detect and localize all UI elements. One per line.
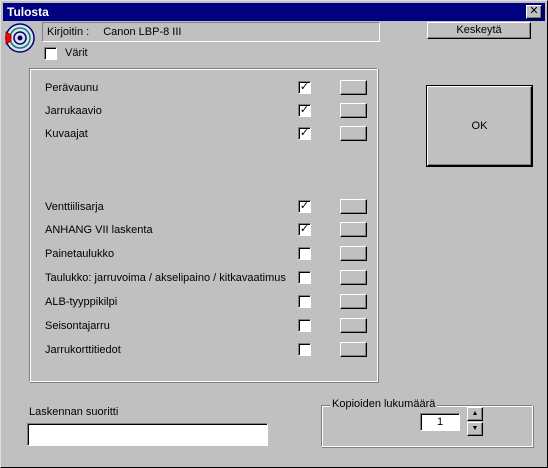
printer-field: Kirjoitin : Canon LBP-8 III xyxy=(42,22,380,42)
print-item-row: Seisontajarru xyxy=(30,318,379,334)
ok-button[interactable]: OK xyxy=(426,85,533,167)
print-item-row: ANHANG VII laskenta ✓ xyxy=(30,222,379,238)
print-item-checkbox[interactable]: ✓ xyxy=(298,200,311,213)
print-item-options-button[interactable] xyxy=(340,103,367,118)
print-item-label: Kuvaajat xyxy=(45,128,88,140)
computed-by-input[interactable] xyxy=(27,423,268,446)
print-item-label: ANHANG VII laskenta xyxy=(45,224,153,236)
cancel-button[interactable]: Keskeytä xyxy=(427,22,531,39)
print-item-options-button[interactable] xyxy=(340,294,367,309)
print-item-options-button[interactable] xyxy=(340,199,367,214)
print-item-row: Painetaulukko xyxy=(30,246,379,262)
print-item-row: Taulukko: jarruvoima / akselipaino / kit… xyxy=(30,270,379,286)
print-item-options-button[interactable] xyxy=(340,126,367,141)
copies-input[interactable]: 1 xyxy=(420,413,460,431)
print-item-label: Painetaulukko xyxy=(45,248,115,260)
print-item-checkbox[interactable]: ✓ xyxy=(298,127,311,140)
print-item-label: ALB-tyyppikilpi xyxy=(45,296,118,308)
title-bar: Tulosta ✕ xyxy=(3,3,545,21)
print-item-label: Taulukko: jarruvoima / akselipaino / kit… xyxy=(45,272,286,284)
print-item-checkbox[interactable]: ✓ xyxy=(298,81,311,94)
colors-label: Värit xyxy=(65,47,88,59)
colors-checkbox[interactable] xyxy=(44,47,57,60)
print-item-checkbox[interactable] xyxy=(298,247,311,260)
print-item-label: Venttiilisarja xyxy=(45,201,104,213)
print-item-checkbox[interactable] xyxy=(298,271,311,284)
print-item-options-button[interactable] xyxy=(340,246,367,261)
print-item-options-button[interactable] xyxy=(340,342,367,357)
print-item-label: Jarrukorttitiedot xyxy=(45,344,121,356)
print-item-row: ALB-tyyppikilpi xyxy=(30,294,379,310)
print-item-label: Seisontajarru xyxy=(45,320,110,332)
copies-label: Kopioiden lukumäärä xyxy=(330,398,438,411)
printer-name: Canon LBP-8 III xyxy=(103,26,182,38)
print-item-options-button[interactable] xyxy=(340,222,367,237)
window-title: Tulosta xyxy=(7,5,49,19)
spin-down-button[interactable]: ▼ xyxy=(467,422,483,436)
print-item-checkbox[interactable] xyxy=(298,319,311,332)
printer-label: Kirjoitin : xyxy=(47,26,90,38)
print-item-checkbox[interactable] xyxy=(298,295,311,308)
computed-by-label: Laskennan suoritti xyxy=(29,406,119,418)
close-button[interactable]: ✕ xyxy=(526,5,542,19)
print-item-options-button[interactable] xyxy=(340,318,367,333)
print-item-row: Venttiilisarja ✓ xyxy=(30,199,379,215)
print-item-label: Jarrukaavio xyxy=(45,105,102,117)
print-item-checkbox[interactable]: ✓ xyxy=(298,223,311,236)
print-item-row: Jarrukorttitiedot xyxy=(30,342,379,358)
print-item-row: Jarrukaavio ✓ xyxy=(30,103,379,119)
print-items-group: Perävaunu ✓ Jarrukaavio ✓ Kuvaajat ✓ Ven… xyxy=(29,68,378,382)
printer-target-icon xyxy=(5,23,35,53)
print-item-checkbox[interactable] xyxy=(298,343,311,356)
print-item-options-button[interactable] xyxy=(340,80,367,95)
spin-up-button[interactable]: ▲ xyxy=(467,407,483,421)
print-item-row: Perävaunu ✓ xyxy=(30,80,379,96)
print-item-options-button[interactable] xyxy=(340,270,367,285)
print-item-checkbox[interactable]: ✓ xyxy=(298,104,311,117)
print-item-label: Perävaunu xyxy=(45,82,99,94)
print-item-row: Kuvaajat ✓ xyxy=(30,126,379,142)
